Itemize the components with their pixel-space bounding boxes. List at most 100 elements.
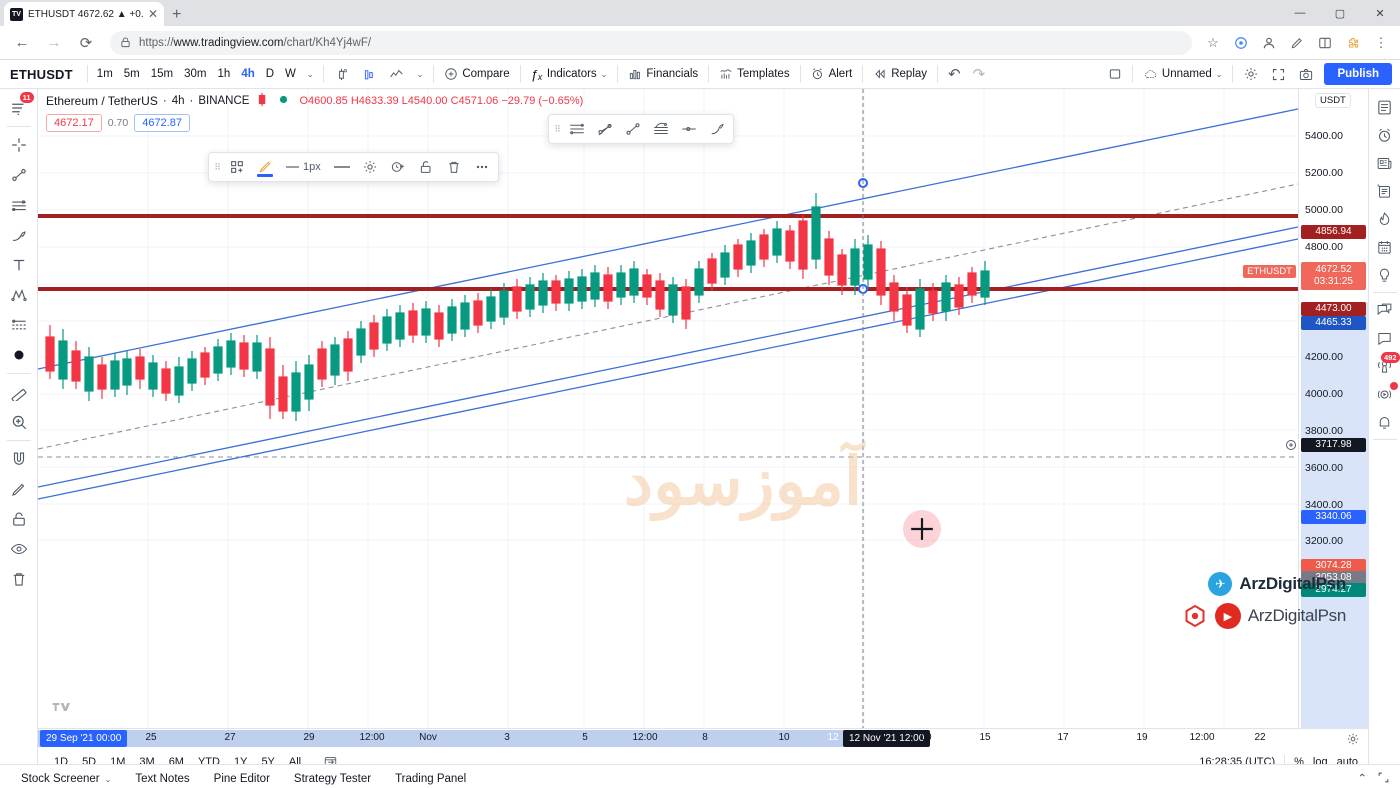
sidebar-item-magnet-icon[interactable]	[4, 444, 34, 474]
window-close-button[interactable]: ✕	[1360, 0, 1400, 26]
chart-type-chevron-down-icon[interactable]: ⌄	[411, 67, 430, 82]
new-tab-button[interactable]: +	[172, 6, 181, 26]
sidebar-item-brush-icon[interactable]	[4, 220, 34, 250]
browser-tab[interactable]: TV ETHUSDT 4672.62 ▲ +0.15% Un ✕	[4, 2, 164, 26]
compare-button[interactable]: Compare	[438, 64, 515, 84]
range-1Y[interactable]: 1Y	[228, 753, 253, 764]
ask-price[interactable]: 4672.87	[134, 114, 190, 132]
sidebar-item-trend-line-icon[interactable]	[4, 160, 34, 190]
crosshair-price-add-alert-icon[interactable]	[1285, 439, 1297, 454]
sidebar-item-calendar-icon[interactable]	[1372, 233, 1398, 261]
sidebar-item-zoom-in-icon[interactable]	[4, 407, 34, 437]
sidebar-item-lock-icon[interactable]	[4, 504, 34, 534]
date-range-icon[interactable]	[317, 751, 344, 764]
expand-icon[interactable]	[1377, 771, 1390, 787]
sidebar-item-notes-icon[interactable]	[1372, 177, 1398, 205]
templates-icon[interactable]	[223, 154, 251, 180]
toolbar-drag-handle[interactable]: ⠿	[551, 124, 563, 135]
brush-icon[interactable]	[703, 116, 731, 142]
panel-tab-strategy-tester[interactable]: Strategy Tester	[283, 768, 382, 788]
reload-icon[interactable]: ⟳	[72, 29, 100, 57]
sidebar-item-crosshair-icon[interactable]	[4, 130, 34, 160]
range-5Y[interactable]: 5Y	[255, 753, 280, 764]
chart-container[interactable]: آموزسود ✈ ArzDigitalPsn ▶ ArzDigitalPsn	[38, 89, 1368, 764]
sidebar-item-pen-stay-icon[interactable]	[4, 474, 34, 504]
range-All[interactable]: All	[283, 753, 307, 764]
chart-canvas[interactable]: آموزسود	[38, 89, 1299, 728]
utc-clock[interactable]: 16:28:35 (UTC)	[1199, 756, 1275, 764]
financials-button[interactable]: Financials	[622, 64, 704, 84]
time-axis-gear-icon[interactable]	[1346, 732, 1360, 749]
favorite-drawings-toolbar[interactable]: ⠿	[548, 114, 734, 144]
range-3M[interactable]: 3M	[133, 753, 160, 764]
sidebar-item-shapes-icon[interactable]	[4, 340, 34, 370]
timeframe-4h[interactable]: 4h	[236, 65, 259, 83]
sidebar-item-messages-icon[interactable]	[1372, 324, 1398, 352]
range-1D[interactable]: 1D	[48, 753, 74, 764]
chart-type-candles-icon[interactable]	[328, 64, 355, 85]
indicators-chevron-down-icon[interactable]: ⌄	[601, 70, 608, 79]
layout-chevron-down-icon[interactable]: ⌄	[1216, 70, 1223, 79]
color-pen-icon[interactable]	[251, 154, 279, 180]
sidebar-item-broadcast-icon[interactable]: 492	[1372, 352, 1400, 380]
sidebar-item-stream-icon[interactable]	[1372, 380, 1398, 408]
alert-button[interactable]: Alert	[805, 64, 859, 84]
range-6M[interactable]: 6M	[163, 753, 190, 764]
panel-tab-text-notes[interactable]: Text Notes	[124, 768, 200, 788]
trash-icon[interactable]	[440, 154, 468, 180]
scale-percent-button[interactable]: %	[1294, 756, 1304, 764]
sidebar-item-text-icon[interactable]	[4, 250, 34, 280]
replay-button[interactable]: Replay	[867, 64, 933, 84]
chevron-down-icon[interactable]: ⌄	[105, 775, 112, 784]
horizontal-ray-icon[interactable]	[675, 116, 703, 142]
browser-menu-icon[interactable]: ⋮	[1370, 32, 1392, 54]
parallel-channel-icon[interactable]	[563, 116, 591, 142]
chevron-up-icon[interactable]: ⌃	[1357, 771, 1367, 787]
sidebar-item-watchlist-icon[interactable]	[1372, 93, 1398, 121]
symbol-search-button[interactable]: ETHUSDT	[4, 67, 83, 82]
close-icon[interactable]: ✕	[148, 7, 158, 21]
time-axis[interactable]: 29 Sep '21 00:00 25 27 29 12:00 Nov 3 5 …	[38, 728, 1368, 764]
window-maximize-button[interactable]: ▢	[1320, 0, 1360, 26]
forward-icon[interactable]: →	[40, 29, 68, 57]
bid-price[interactable]: 4672.17	[46, 114, 102, 132]
timeframe-D[interactable]: D	[261, 65, 279, 83]
sidebar-item-news-icon[interactable]	[1372, 149, 1398, 177]
chart-type-line-icon[interactable]	[382, 64, 411, 84]
sidebar-item-alerts-icon[interactable]	[1372, 121, 1398, 149]
redo-button[interactable]: ↷	[967, 62, 992, 86]
star-icon[interactable]: ☆	[1202, 32, 1224, 54]
alert-add-icon[interactable]	[384, 154, 412, 180]
lock-icon[interactable]	[412, 154, 440, 180]
sidebar-item-parallel-channel-icon[interactable]	[4, 190, 34, 220]
save-layout-button[interactable]: Unnamed ⌄	[1137, 64, 1229, 84]
pitchfork-icon[interactable]	[647, 116, 675, 142]
range-YTD[interactable]: YTD	[192, 753, 226, 764]
sidebar-item-pattern-icon[interactable]	[4, 280, 34, 310]
layout-icon[interactable]	[1102, 64, 1128, 84]
publish-button[interactable]: Publish	[1324, 63, 1392, 85]
camera-icon[interactable]	[1292, 64, 1320, 85]
profile-icon[interactable]	[1258, 32, 1280, 54]
trend-line-icon[interactable]	[619, 116, 647, 142]
timeframe-5m[interactable]: 5m	[119, 65, 145, 83]
line-style-icon[interactable]	[328, 154, 356, 180]
toolbar-drag-handle[interactable]: ⠿	[211, 162, 223, 173]
sidebar-item-ruler-icon[interactable]	[4, 377, 34, 407]
chart-type-bars-icon[interactable]	[355, 64, 382, 85]
timeframe-15m[interactable]: 15m	[146, 65, 178, 83]
sidebar-item-cursor-crosshair-icon[interactable]: 11	[4, 92, 34, 123]
scale-auto-button[interactable]: auto	[1337, 756, 1358, 764]
split-icon[interactable]	[1314, 32, 1336, 54]
settings-icon[interactable]	[356, 154, 384, 180]
sidebar-item-hotlist-icon[interactable]	[1372, 205, 1398, 233]
fullscreen-icon[interactable]	[1265, 64, 1292, 85]
timeframe-dropdown-chevron-down-icon[interactable]: ⌄	[302, 67, 319, 82]
panel-tab-trading-panel[interactable]: Trading Panel	[384, 768, 477, 788]
panel-tab-stock-screener[interactable]: Stock Screener ⌄	[10, 768, 122, 788]
undo-button[interactable]: ↶	[942, 62, 967, 86]
timeframe-1m[interactable]: 1m	[92, 65, 118, 83]
sidebar-item-chat-icon[interactable]	[1372, 296, 1398, 324]
puzzle-icon[interactable]	[1342, 32, 1364, 54]
timeframe-W[interactable]: W	[280, 65, 301, 83]
